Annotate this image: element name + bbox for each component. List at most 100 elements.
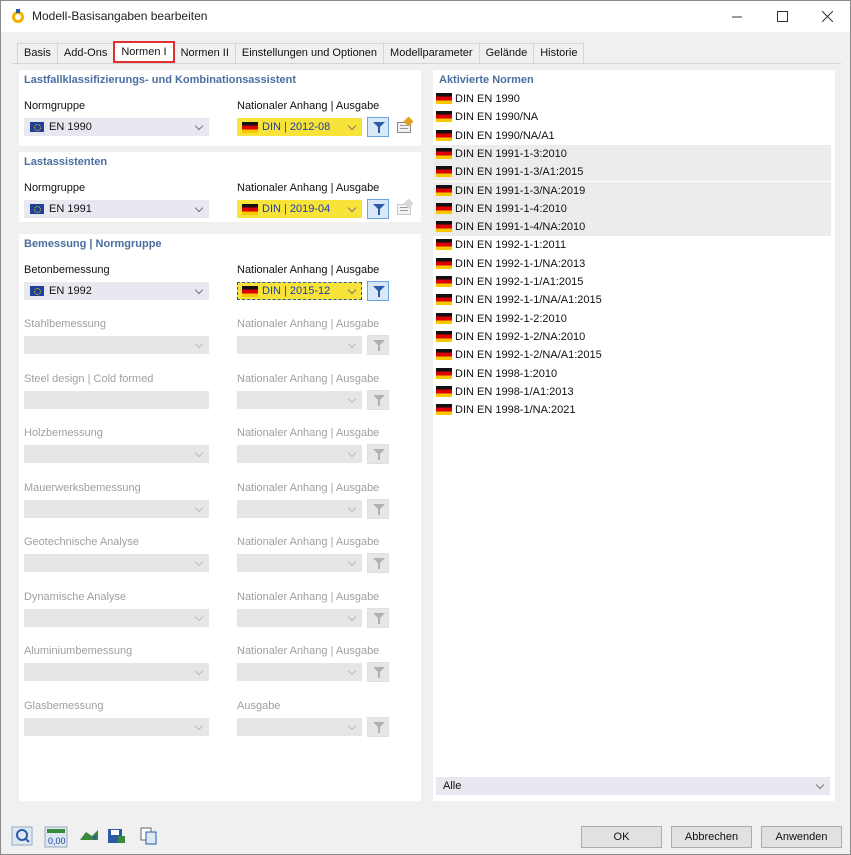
de-flag-icon: [242, 286, 258, 297]
minimize-button[interactable]: [714, 1, 760, 32]
filter-icon: [373, 612, 385, 624]
norm-name: DIN EN 1998-1/A1:2013: [455, 385, 574, 398]
design-norm-select[interactable]: [24, 608, 209, 627]
design-filter-button[interactable]: [367, 498, 389, 519]
norm-list-item[interactable]: DIN EN 1991-1-3/A1:2015: [433, 163, 831, 182]
design-norm-select[interactable]: [24, 554, 209, 572]
norm-list-item[interactable]: DIN EN 1991-1-3:2010: [433, 144, 831, 163]
design-filter-button[interactable]: [367, 444, 389, 464]
tab-normen-2[interactable]: Normen II: [173, 43, 236, 63]
aktivierte-normen-title: Aktivierte Normen: [439, 74, 534, 86]
tab-historie[interactable]: Historie: [533, 43, 585, 63]
betonbemessung-filter-button[interactable]: [367, 281, 389, 301]
design-anhang-select[interactable]: [237, 336, 362, 354]
de-flag-icon: [436, 93, 452, 104]
design-norm-select[interactable]: [24, 717, 209, 736]
design-filter-button[interactable]: [367, 716, 389, 737]
cancel-button[interactable]: Abbrechen: [671, 826, 752, 848]
apply-button[interactable]: Anwenden: [761, 826, 842, 848]
maximize-button[interactable]: [759, 1, 805, 32]
tab-einstellungen[interactable]: Einstellungen und Optionen: [234, 43, 385, 63]
lastfall-anhang-value: DIN | 2012-08: [262, 121, 331, 133]
lastfall-filter-button[interactable]: [367, 117, 389, 137]
betonbemessung-value: EN 1992: [49, 285, 92, 297]
lastassistenten-anhang-select[interactable]: DIN | 2019-04: [237, 200, 362, 218]
de-flag-icon: [436, 276, 452, 287]
chevron-down-icon: [347, 611, 357, 625]
lastassistenten-normgruppe-value: EN 1991: [49, 203, 92, 215]
design-anhang-select[interactable]: [237, 445, 362, 463]
anhang-label: Nationaler Anhang | Ausgabe: [237, 372, 380, 385]
lastassistenten-filter-button[interactable]: [367, 199, 389, 219]
norm-list-item[interactable]: DIN EN 1990: [433, 90, 831, 108]
norm-list-item[interactable]: DIN EN 1992-1-2:2010: [433, 310, 831, 328]
norm-list-item[interactable]: DIN EN 1998-1:2010: [433, 365, 831, 383]
design-label: Holzbemessung: [24, 427, 103, 439]
chevron-down-icon: [347, 120, 357, 134]
design-anhang-select[interactable]: [237, 499, 362, 518]
design-norm-select[interactable]: [24, 390, 209, 409]
chevron-down-icon: [347, 447, 357, 461]
lastfall-anhang-select[interactable]: DIN | 2012-08: [237, 118, 362, 136]
norm-list-item[interactable]: DIN EN 1992-1-1/A1:2015: [433, 273, 831, 291]
norm-list-item[interactable]: DIN EN 1992-1-2/NA:2010: [433, 328, 831, 346]
de-flag-icon: [436, 221, 452, 233]
norm-list-item[interactable]: DIN EN 1991-1-3/NA:2019: [433, 181, 831, 200]
design-anhang-select[interactable]: [237, 554, 362, 572]
norm-list-item[interactable]: DIN EN 1998-1/NA:2021: [433, 401, 831, 419]
lastassistenten-normgruppe-select[interactable]: EN 1991: [24, 200, 209, 218]
design-filter-button[interactable]: [367, 553, 389, 573]
lastfall-edit-button[interactable]: [393, 116, 415, 137]
tab-normen-1[interactable]: Normen I: [113, 41, 175, 63]
help-button[interactable]: [11, 826, 33, 846]
norm-list-item[interactable]: DIN EN 1992-1-1:2011: [433, 236, 831, 254]
model-button[interactable]: [78, 826, 100, 846]
design-anhang-select[interactable]: [237, 717, 362, 736]
norm-name: DIN EN 1998-1/NA:2021: [455, 404, 576, 417]
save-button[interactable]: [105, 826, 127, 846]
design-norm-select[interactable]: [24, 663, 209, 681]
design-anhang-select[interactable]: [237, 663, 362, 681]
norm-list-item[interactable]: DIN EN 1998-1/A1:2013: [433, 383, 831, 401]
de-flag-icon: [436, 166, 452, 178]
design-filter-button[interactable]: [367, 389, 389, 410]
design-norm-select[interactable]: [24, 336, 209, 354]
norm-list-item[interactable]: DIN EN 1990/NA/A1: [433, 127, 831, 145]
tab-gelaende[interactable]: Gelände: [478, 43, 535, 63]
lastfall-normgruppe-select[interactable]: EN 1990: [24, 118, 209, 136]
norm-list-item[interactable]: DIN EN 1991-1-4/NA:2010: [433, 218, 831, 237]
tab-basis[interactable]: Basis: [17, 43, 58, 63]
design-anhang-select[interactable]: [237, 390, 362, 409]
units-button[interactable]: 0,00: [44, 826, 68, 848]
design-filter-button[interactable]: [367, 662, 389, 682]
chevron-down-icon: [194, 665, 204, 679]
minimize-icon: [731, 16, 742, 18]
design-norm-select[interactable]: [24, 499, 209, 518]
tab-modellparameter[interactable]: Modellparameter: [383, 43, 480, 63]
bemessung-panel: Bemessung | Normgruppe Betonbemessung EN…: [19, 234, 421, 801]
anhang-label: Nationaler Anhang | Ausgabe: [237, 264, 380, 276]
help-icon: [11, 826, 33, 846]
copy-button[interactable]: [138, 826, 160, 846]
ok-button[interactable]: OK: [581, 826, 662, 848]
tab-add-ons[interactable]: Add-Ons: [56, 43, 115, 63]
norm-name: DIN EN 1990/NA: [455, 111, 539, 124]
lastassistenten-edit-button[interactable]: [393, 198, 415, 219]
betonbemessung-select[interactable]: EN 1992: [24, 282, 209, 300]
norm-list-item[interactable]: DIN EN 1991-1-4:2010: [433, 199, 831, 218]
design-norm-select[interactable]: [24, 445, 209, 463]
norm-list-item[interactable]: DIN EN 1990/NA: [433, 108, 831, 126]
filter-icon: [373, 286, 385, 297]
norm-list-item[interactable]: DIN EN 1992-1-1/NA:2013: [433, 255, 831, 273]
norm-filter-select[interactable]: Alle: [436, 777, 830, 795]
norm-list-item[interactable]: DIN EN 1992-1-1/NA/A1:2015: [433, 291, 831, 309]
save-icon: [108, 829, 125, 843]
close-button[interactable]: [804, 1, 850, 32]
chevron-down-icon: [194, 556, 204, 570]
filter-icon: [373, 449, 385, 460]
design-filter-button[interactable]: [367, 607, 389, 628]
design-filter-button[interactable]: [367, 335, 389, 355]
norm-list-item[interactable]: DIN EN 1992-1-2/NA/A1:2015: [433, 346, 831, 364]
betonbemessung-anhang-select[interactable]: DIN | 2015-12: [237, 282, 362, 300]
design-anhang-select[interactable]: [237, 608, 362, 627]
